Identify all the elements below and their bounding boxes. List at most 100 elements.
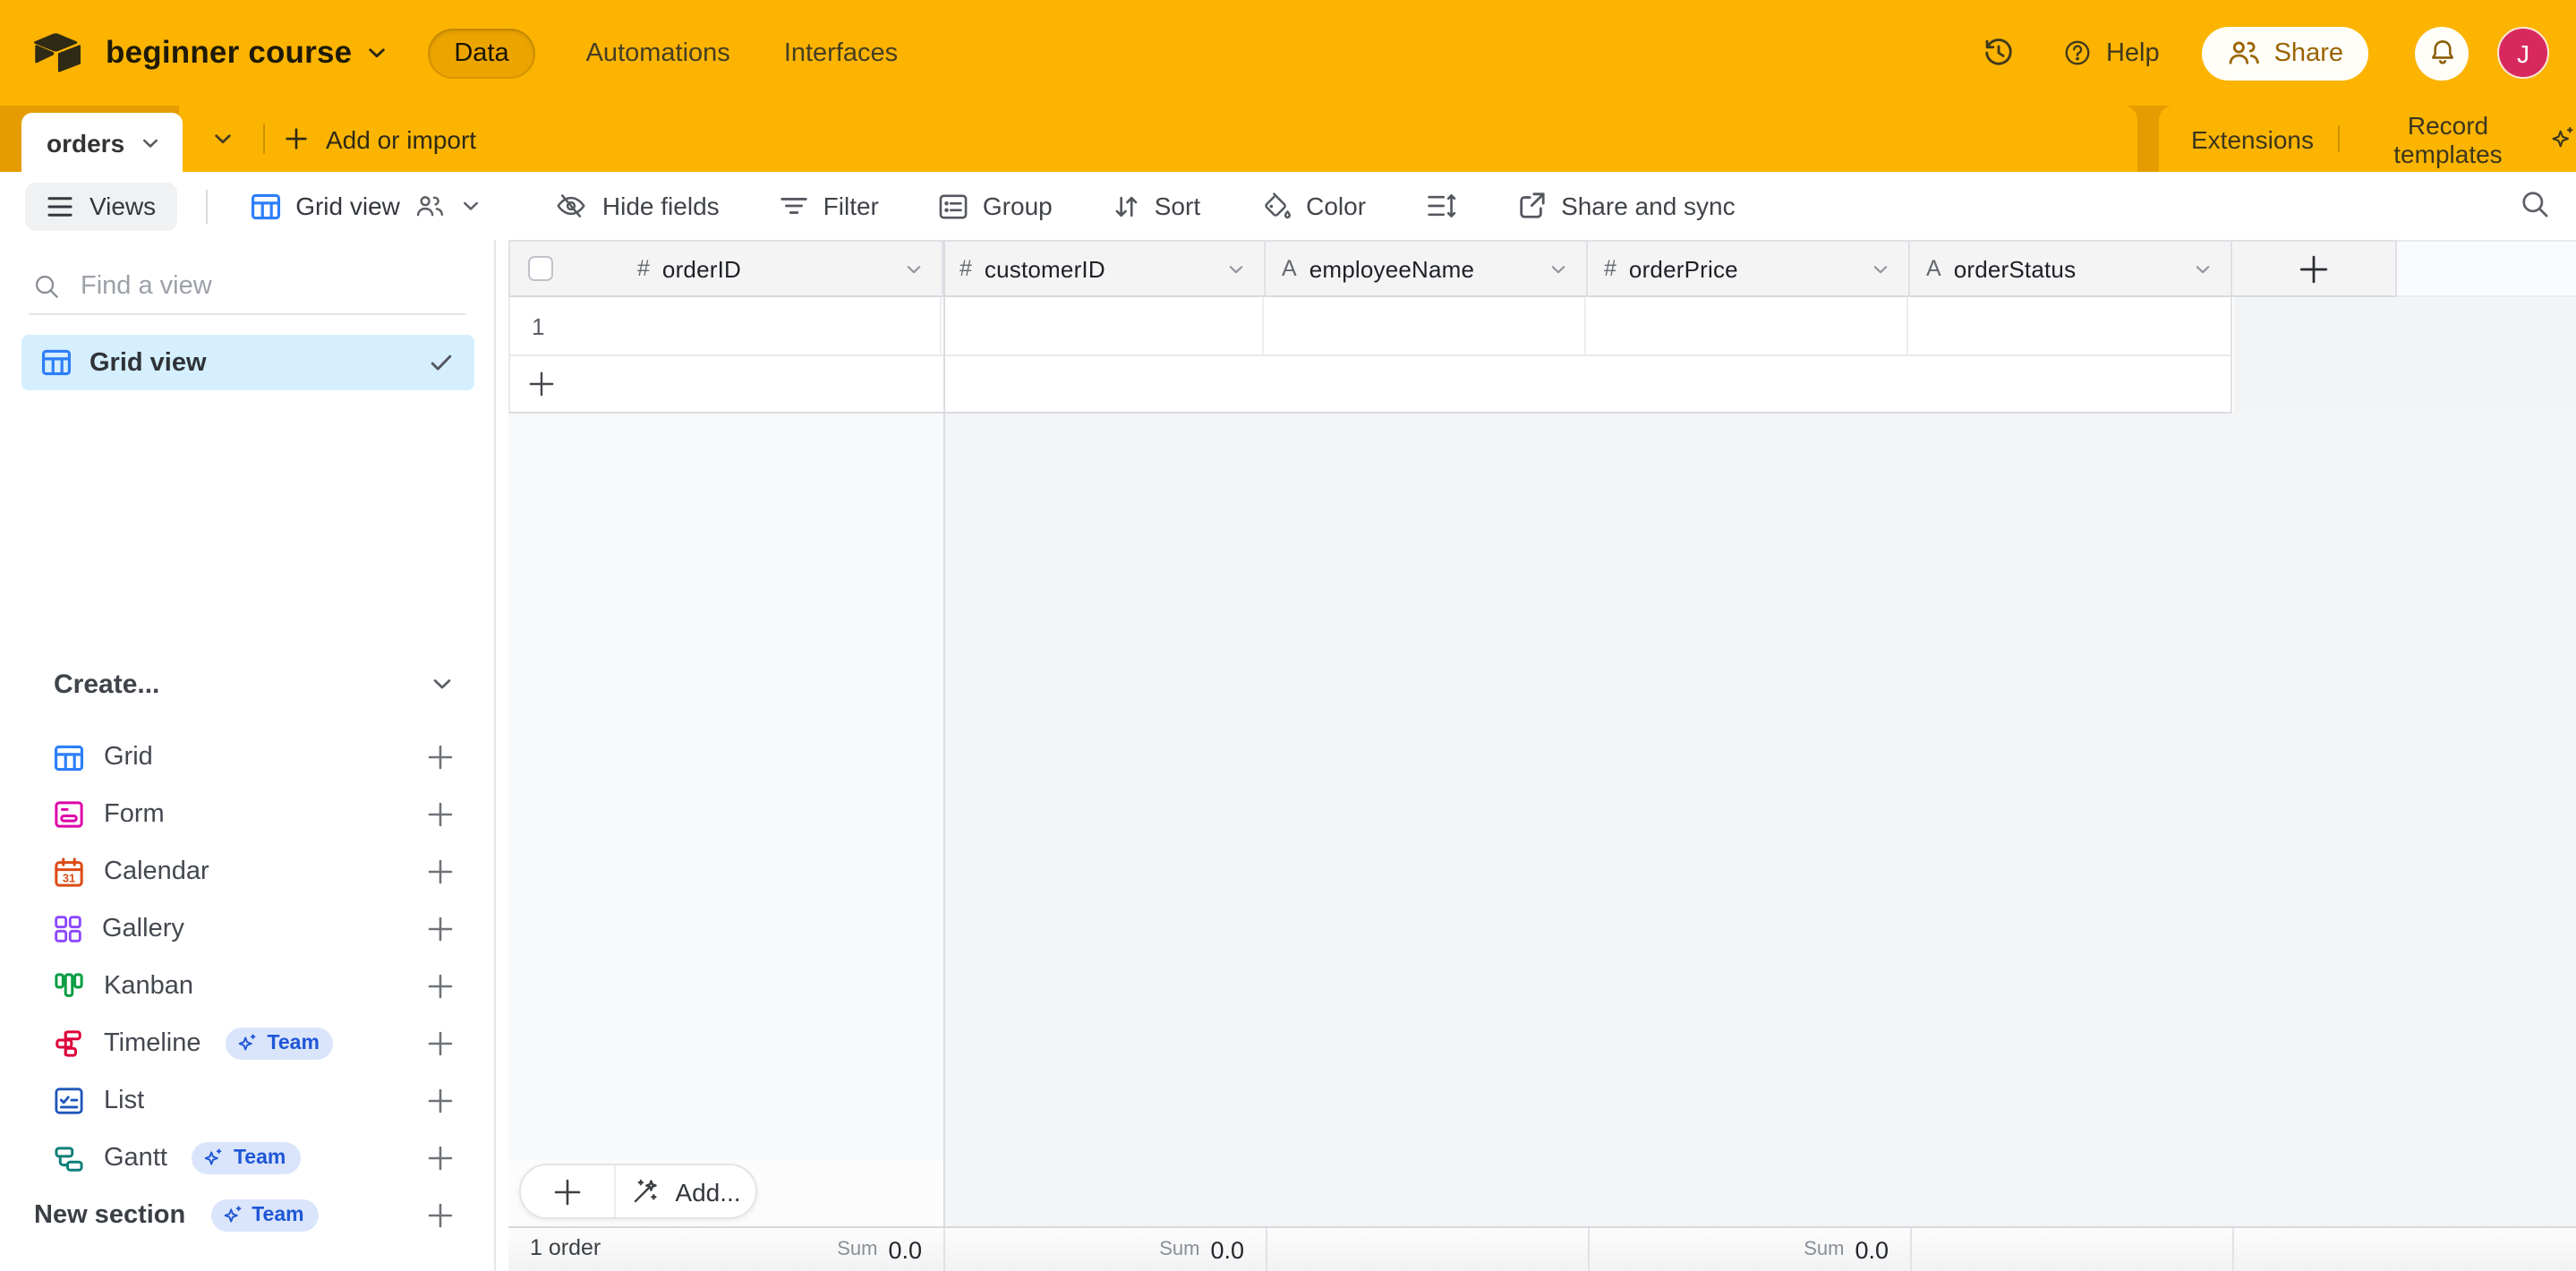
top-bar-left: beginner course Data Automations Interfa… [32, 28, 901, 78]
add-form-view-button[interactable] [426, 800, 455, 829]
tab-automations[interactable]: Automations [583, 28, 734, 78]
row-height-button[interactable] [1425, 182, 1457, 230]
cell-customerID[interactable] [942, 297, 1264, 354]
sparkle-icon [237, 1033, 259, 1054]
help-button[interactable]: Help [2063, 38, 2160, 68]
record-count: 1 order [530, 1235, 601, 1260]
filter-label: Filter [823, 192, 879, 220]
record-row-1[interactable]: 1 [508, 297, 2232, 356]
add-calendar-view-button[interactable] [426, 857, 455, 886]
chevron-down-icon[interactable] [139, 132, 160, 153]
chevron-down-icon [461, 195, 482, 217]
chevron-down-icon[interactable] [1226, 259, 1246, 278]
create-item-list[interactable]: List [0, 1072, 494, 1130]
team-badge: Team [210, 1199, 318, 1232]
search-icon[interactable] [2519, 188, 2551, 220]
create-item-label: Grid [104, 743, 153, 772]
add-gantt-view-button[interactable] [426, 1144, 455, 1173]
chevron-down-icon[interactable] [1871, 259, 1890, 278]
create-section-header[interactable]: Create... [0, 662, 494, 705]
add-gallery-view-button[interactable] [426, 915, 455, 943]
create-item-timeline[interactable]: Timeline Team [0, 1015, 494, 1072]
frozen-column-strip [508, 414, 943, 1160]
create-item-form[interactable]: Form [0, 786, 494, 843]
plus-icon [528, 371, 555, 397]
summary-customerID[interactable]: Sum 0.0 [1159, 1228, 1244, 1271]
add-or-import-label: Add or import [326, 124, 476, 153]
color-button[interactable]: Color [1259, 182, 1366, 230]
hide-fields-button[interactable]: Hide fields [556, 182, 720, 230]
divider [1910, 1228, 1912, 1271]
add-or-import-button[interactable]: Add or import [283, 106, 476, 172]
text-field-icon: A [1926, 256, 1941, 281]
svg-text:31: 31 [63, 871, 75, 884]
add-button-label: Add... [675, 1177, 740, 1206]
divider [206, 189, 208, 223]
field-name: orderStatus [1954, 255, 2193, 282]
field-header-customerID[interactable]: # customerID [943, 240, 1266, 297]
share-and-sync-button[interactable]: Share and sync [1516, 182, 1736, 230]
create-item-new-section[interactable]: New section Team [0, 1187, 494, 1244]
add-field-button[interactable] [2232, 240, 2397, 297]
history-icon[interactable] [1983, 36, 2017, 70]
magic-wand-icon [630, 1176, 661, 1207]
extensions-button[interactable]: Extensions [2191, 106, 2314, 172]
menu-icon [47, 194, 73, 218]
create-items-list: Grid Form 31 [0, 729, 494, 1244]
tab-data[interactable]: Data [427, 28, 535, 78]
field-header-orderID[interactable]: # orderID [508, 240, 943, 297]
tab-interfaces[interactable]: Interfaces [780, 28, 901, 78]
views-button[interactable]: Views [25, 182, 177, 230]
sort-icon [1112, 192, 1140, 219]
paint-bucket-icon [1259, 192, 1292, 220]
create-item-gantt[interactable]: Gantt Team [0, 1130, 494, 1187]
create-item-gallery[interactable]: Gallery [0, 900, 494, 958]
find-view-search[interactable]: Find a view [29, 260, 465, 315]
grid-view-icon [41, 349, 72, 376]
current-view-button[interactable]: Grid view [236, 182, 497, 230]
add-record-row[interactable] [508, 356, 2232, 414]
chevron-down-icon[interactable] [1548, 259, 1568, 278]
sidebar-view-item-grid-view[interactable]: Grid view [21, 335, 474, 390]
summary-orderPrice[interactable]: Sum 0.0 [1804, 1228, 1889, 1271]
grid-view-canvas: # orderID # customerID A employeeName [508, 240, 2576, 1226]
avatar-initial: J [2517, 38, 2529, 67]
create-item-kanban[interactable]: Kanban [0, 958, 494, 1015]
create-item-calendar[interactable]: 31 Calendar [0, 843, 494, 900]
add-section-button[interactable] [426, 1201, 455, 1230]
summary-bar: 1 order Sum 0.0 Sum 0.0 Sum 0.0 [508, 1226, 2576, 1271]
cell-orderPrice[interactable] [1586, 297, 1908, 354]
cell-orderID[interactable] [585, 297, 942, 354]
chevron-down-icon[interactable] [2193, 259, 2213, 278]
cell-employeeName[interactable] [1264, 297, 1586, 354]
notifications-button[interactable] [2415, 26, 2469, 80]
share-label: Share [2274, 38, 2343, 67]
group-icon [938, 192, 968, 219]
add-grid-view-button[interactable] [426, 743, 455, 772]
share-button[interactable]: Share [2203, 26, 2368, 80]
add-timeline-view-button[interactable] [426, 1029, 455, 1058]
select-all-checkbox[interactable] [528, 256, 553, 281]
workspace-menu[interactable]: beginner course [106, 34, 388, 72]
table-tab-orders[interactable]: orders [21, 113, 182, 172]
field-header-employeeName[interactable]: A employeeName [1266, 240, 1588, 297]
filter-button[interactable]: Filter [779, 182, 879, 230]
add-with-ai-button[interactable]: Add... [616, 1165, 755, 1217]
add-kanban-view-button[interactable] [426, 972, 455, 1001]
user-avatar[interactable]: J [2497, 27, 2549, 79]
summary-orderID[interactable]: Sum 0.0 [837, 1228, 922, 1271]
create-item-label: Kanban [104, 972, 193, 1001]
field-header-orderPrice[interactable]: # orderPrice [1588, 240, 1910, 297]
table-list-dropdown[interactable] [211, 106, 235, 172]
airtable-logo[interactable] [32, 32, 81, 73]
field-header-orderStatus[interactable]: A orderStatus [1910, 240, 2232, 297]
record-templates-button[interactable]: Record templates [2359, 106, 2576, 172]
add-record-button[interactable] [521, 1165, 614, 1217]
add-list-view-button[interactable] [426, 1087, 455, 1115]
cell-orderStatus[interactable] [1908, 297, 2229, 354]
sort-label: Sort [1155, 192, 1200, 220]
sort-button[interactable]: Sort [1112, 182, 1200, 230]
group-button[interactable]: Group [938, 182, 1053, 230]
chevron-down-icon[interactable] [904, 259, 924, 278]
create-item-grid[interactable]: Grid [0, 729, 494, 786]
